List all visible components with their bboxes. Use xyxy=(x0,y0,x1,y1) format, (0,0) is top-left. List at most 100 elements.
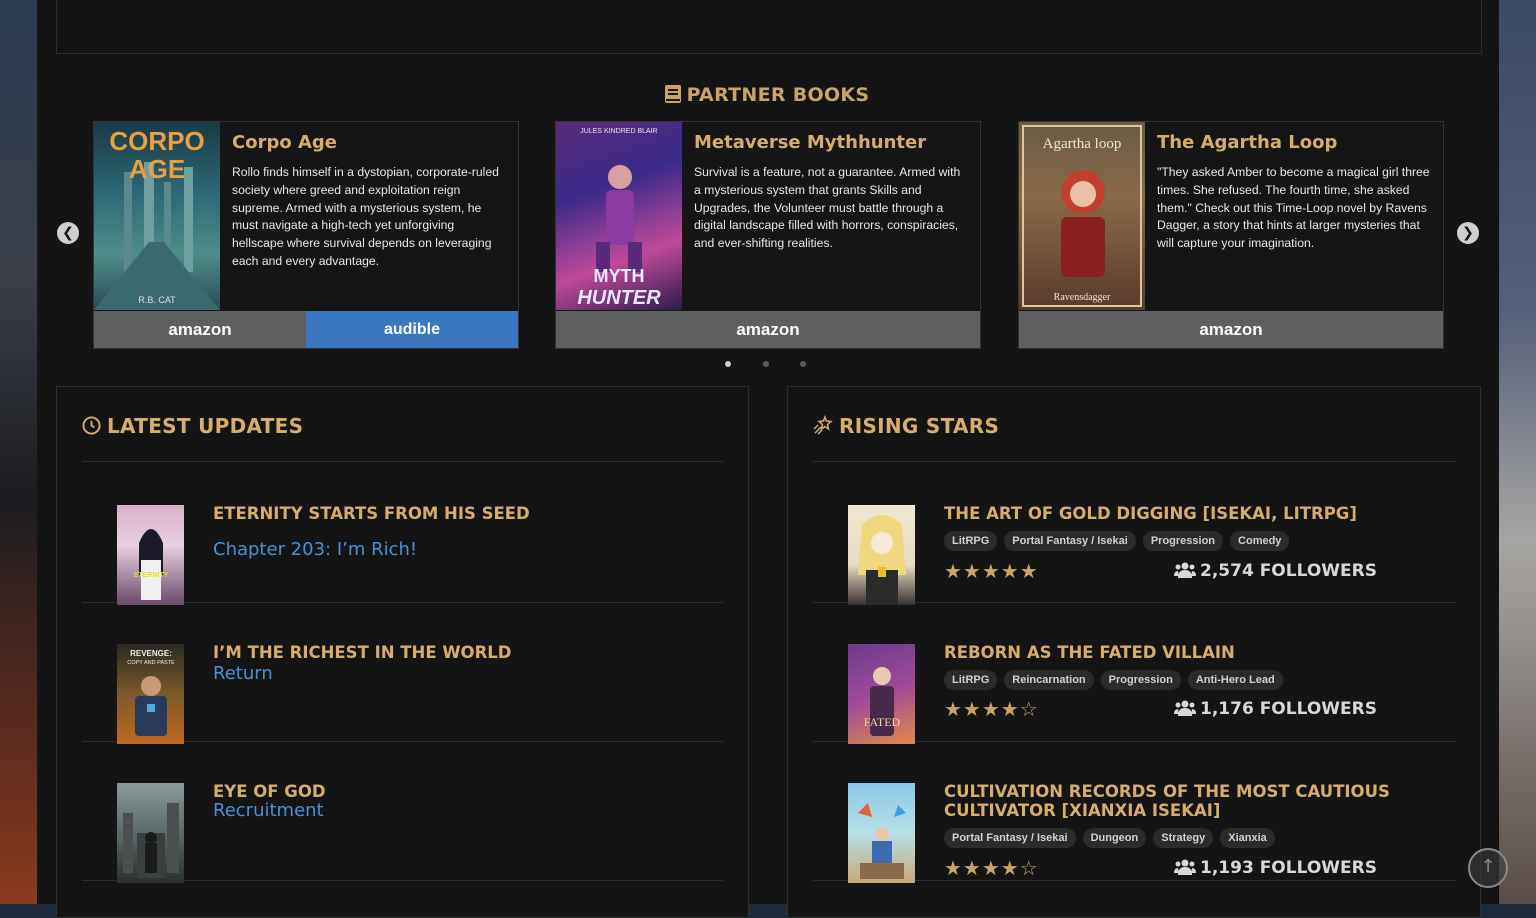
book-thumbnail[interactable]: ETERNITY xyxy=(117,505,184,605)
amazon-button[interactable]: amazon xyxy=(556,311,980,348)
users-icon xyxy=(1174,859,1196,880)
genre-tag[interactable]: Portal Fantasy / Isekai xyxy=(944,828,1076,848)
amazon-logo: amazon xyxy=(736,319,800,339)
book-thumbnail[interactable] xyxy=(848,505,915,605)
followers-label: 1,176 FOLLOWERS xyxy=(1200,699,1377,719)
chapter-link[interactable]: Return xyxy=(213,663,273,684)
star-rating: ★★★★★ xyxy=(944,559,1039,583)
svg-text:HUNTER: HUNTER xyxy=(577,287,661,309)
partner-book-card: Agartha loop Ravensdagger The Agartha Lo… xyxy=(1018,121,1444,349)
carousel-next-button[interactable]: ❯ xyxy=(1457,222,1479,244)
list-item: THE ART OF GOLD DIGGING [ISEKAI, LITRPG]… xyxy=(813,464,1455,605)
svg-text:Agartha loop: Agartha loop xyxy=(1043,136,1122,152)
followers-label: 1,193 FOLLOWERS xyxy=(1200,858,1377,878)
arrow-up-icon: ↑ xyxy=(1480,856,1496,877)
book-description: "They asked Amber to become a magical gi… xyxy=(1157,165,1430,251)
svg-text:REVENGE:: REVENGE: xyxy=(130,649,172,658)
book-title[interactable]: Corpo Age xyxy=(232,132,337,153)
genre-tag[interactable]: LitRPG xyxy=(944,531,998,551)
list-item: ETERNITY ETERNITY STARTS FROM HIS SEED C… xyxy=(82,464,723,605)
story-title[interactable]: EYE OF GOD xyxy=(213,782,723,801)
rising-stars-title: RISING STARS xyxy=(839,414,1000,438)
book-cover[interactable]: CORPO AGE R.B. CAT xyxy=(94,122,220,310)
divider xyxy=(813,461,1455,462)
svg-text:JULES KINDRED BLAIR: JULES KINDRED BLAIR xyxy=(580,128,657,135)
genre-tag[interactable]: Reincarnation xyxy=(1004,670,1094,690)
story-title[interactable]: CULTIVATION RECORDS OF THE MOST CAUTIOUS… xyxy=(944,782,1454,820)
list-item: REVENGE: COPY AND PASTE I’M THE RICHEST I… xyxy=(82,603,723,744)
book-cover[interactable]: JULES KINDRED BLAIR MYTH HUNTER xyxy=(556,122,682,310)
followers-label: 2,574 FOLLOWERS xyxy=(1200,561,1377,581)
genre-tag[interactable]: Strategy xyxy=(1153,828,1214,848)
partner-book-card: JULES KINDRED BLAIR MYTH HUNTER Metavers… xyxy=(555,121,981,349)
rising-stars-header: RISING STARS xyxy=(813,414,999,440)
users-icon xyxy=(1174,562,1196,583)
amazon-button[interactable]: amazon xyxy=(1019,311,1443,348)
genre-tag[interactable]: Dungeon xyxy=(1082,828,1147,848)
partner-books-title: PARTNER BOOKS xyxy=(686,84,870,106)
story-title[interactable]: ETERNITY STARTS FROM HIS SEED xyxy=(213,504,723,523)
star-rating: ★★★★☆ xyxy=(944,856,1039,880)
genre-tag[interactable]: Progression xyxy=(1100,670,1181,690)
svg-text:ETERNITY: ETERNITY xyxy=(134,572,169,579)
clock-icon xyxy=(82,416,101,440)
tag-list: LitRPG Reincarnation Progression Anti-He… xyxy=(944,670,1283,690)
genre-tag[interactable]: Anti-Hero Lead xyxy=(1187,670,1283,690)
story-title[interactable]: THE ART OF GOLD DIGGING [ISEKAI, LITRPG] xyxy=(944,504,1454,523)
svg-text:Ravensdagger: Ravensdagger xyxy=(1054,292,1111,303)
list-item: EYE OF GOD Recruitment xyxy=(82,742,723,883)
genre-tag[interactable]: Progression xyxy=(1142,531,1224,551)
book-title[interactable]: Metaverse Mythhunter xyxy=(694,132,926,153)
chevron-left-icon: ❮ xyxy=(62,225,74,241)
chevron-right-icon: ❯ xyxy=(1462,225,1474,241)
chapter-link[interactable]: Chapter 203: I’m Rich! xyxy=(213,539,417,560)
book-thumbnail[interactable]: FATED xyxy=(848,644,915,744)
partner-book-card: CORPO AGE R.B. CAT Corpo Age Rollo finds… xyxy=(93,121,519,349)
book-description: Rollo finds himself in a dystopian, corp… xyxy=(232,165,499,268)
latest-updates-section: LATEST UPDATES ETERNITY ETERNITY STARTS … xyxy=(56,386,749,918)
users-icon xyxy=(1174,700,1196,721)
list-item: FATED REBORN AS THE FATED VILLAIN LitRPG… xyxy=(813,603,1455,744)
top-panel xyxy=(56,0,1482,54)
followers-count: 1,176 FOLLOWERS xyxy=(1174,699,1377,721)
genre-tag[interactable]: Comedy xyxy=(1230,531,1290,551)
amazon-button[interactable]: amazon xyxy=(94,311,306,348)
svg-text:CORPO: CORPO xyxy=(109,126,204,156)
page-content: PARTNER BOOKS ❮ ❯ CORPO AGE R.B. CAT Cor… xyxy=(37,0,1499,918)
book-thumbnail[interactable] xyxy=(848,783,915,883)
carousel-dot[interactable] xyxy=(763,361,769,367)
genre-tag[interactable]: Portal Fantasy / Isekai xyxy=(1004,531,1136,551)
rising-stars-section: RISING STARS THE ART OF GOLD DIGGING [IS… xyxy=(787,386,1481,918)
carousel-dot-active[interactable] xyxy=(725,361,731,367)
story-title[interactable]: REBORN AS THE FATED VILLAIN xyxy=(944,643,1454,662)
tag-list: Portal Fantasy / Isekai Dungeon Strategy… xyxy=(944,828,1275,848)
chapter-link[interactable]: Recruitment xyxy=(213,800,324,821)
audible-button[interactable]: audible xyxy=(306,311,518,348)
tag-list: LitRPG Portal Fantasy / Isekai Progressi… xyxy=(944,531,1290,551)
genre-tag[interactable]: LitRPG xyxy=(944,670,998,690)
svg-text:MYTH: MYTH xyxy=(594,266,645,286)
story-title[interactable]: I’M THE RICHEST IN THE WORLD xyxy=(213,643,723,662)
svg-text:R.B. CAT: R.B. CAT xyxy=(138,295,176,305)
amazon-logo: amazon xyxy=(1199,319,1263,339)
background-left xyxy=(0,0,37,904)
list-item: CULTIVATION RECORDS OF THE MOST CAUTIOUS… xyxy=(813,742,1455,883)
latest-updates-title: LATEST UPDATES xyxy=(107,414,304,438)
svg-text:AGE: AGE xyxy=(129,154,185,184)
book-icon xyxy=(664,85,681,103)
carousel-dot[interactable] xyxy=(800,361,806,367)
latest-updates-header: LATEST UPDATES xyxy=(82,414,303,440)
genre-tag[interactable]: Xianxia xyxy=(1220,828,1275,848)
amazon-logo: amazon xyxy=(168,319,232,339)
book-cover[interactable]: Agartha loop Ravensdagger xyxy=(1019,122,1145,310)
svg-text:COPY AND PASTE: COPY AND PASTE xyxy=(127,660,175,666)
partner-books-header: PARTNER BOOKS xyxy=(37,84,1497,106)
followers-count: 1,193 FOLLOWERS xyxy=(1174,858,1377,880)
book-thumbnail[interactable]: REVENGE: COPY AND PASTE xyxy=(117,644,184,744)
carousel-prev-button[interactable]: ❮ xyxy=(57,222,79,244)
book-thumbnail[interactable] xyxy=(117,783,184,883)
star-rating: ★★★★☆ xyxy=(944,697,1039,721)
book-title[interactable]: The Agartha Loop xyxy=(1157,132,1337,153)
book-description: Survival is a feature, not a guarantee. … xyxy=(694,165,961,251)
scroll-to-top-button[interactable]: ↑ xyxy=(1468,848,1508,888)
